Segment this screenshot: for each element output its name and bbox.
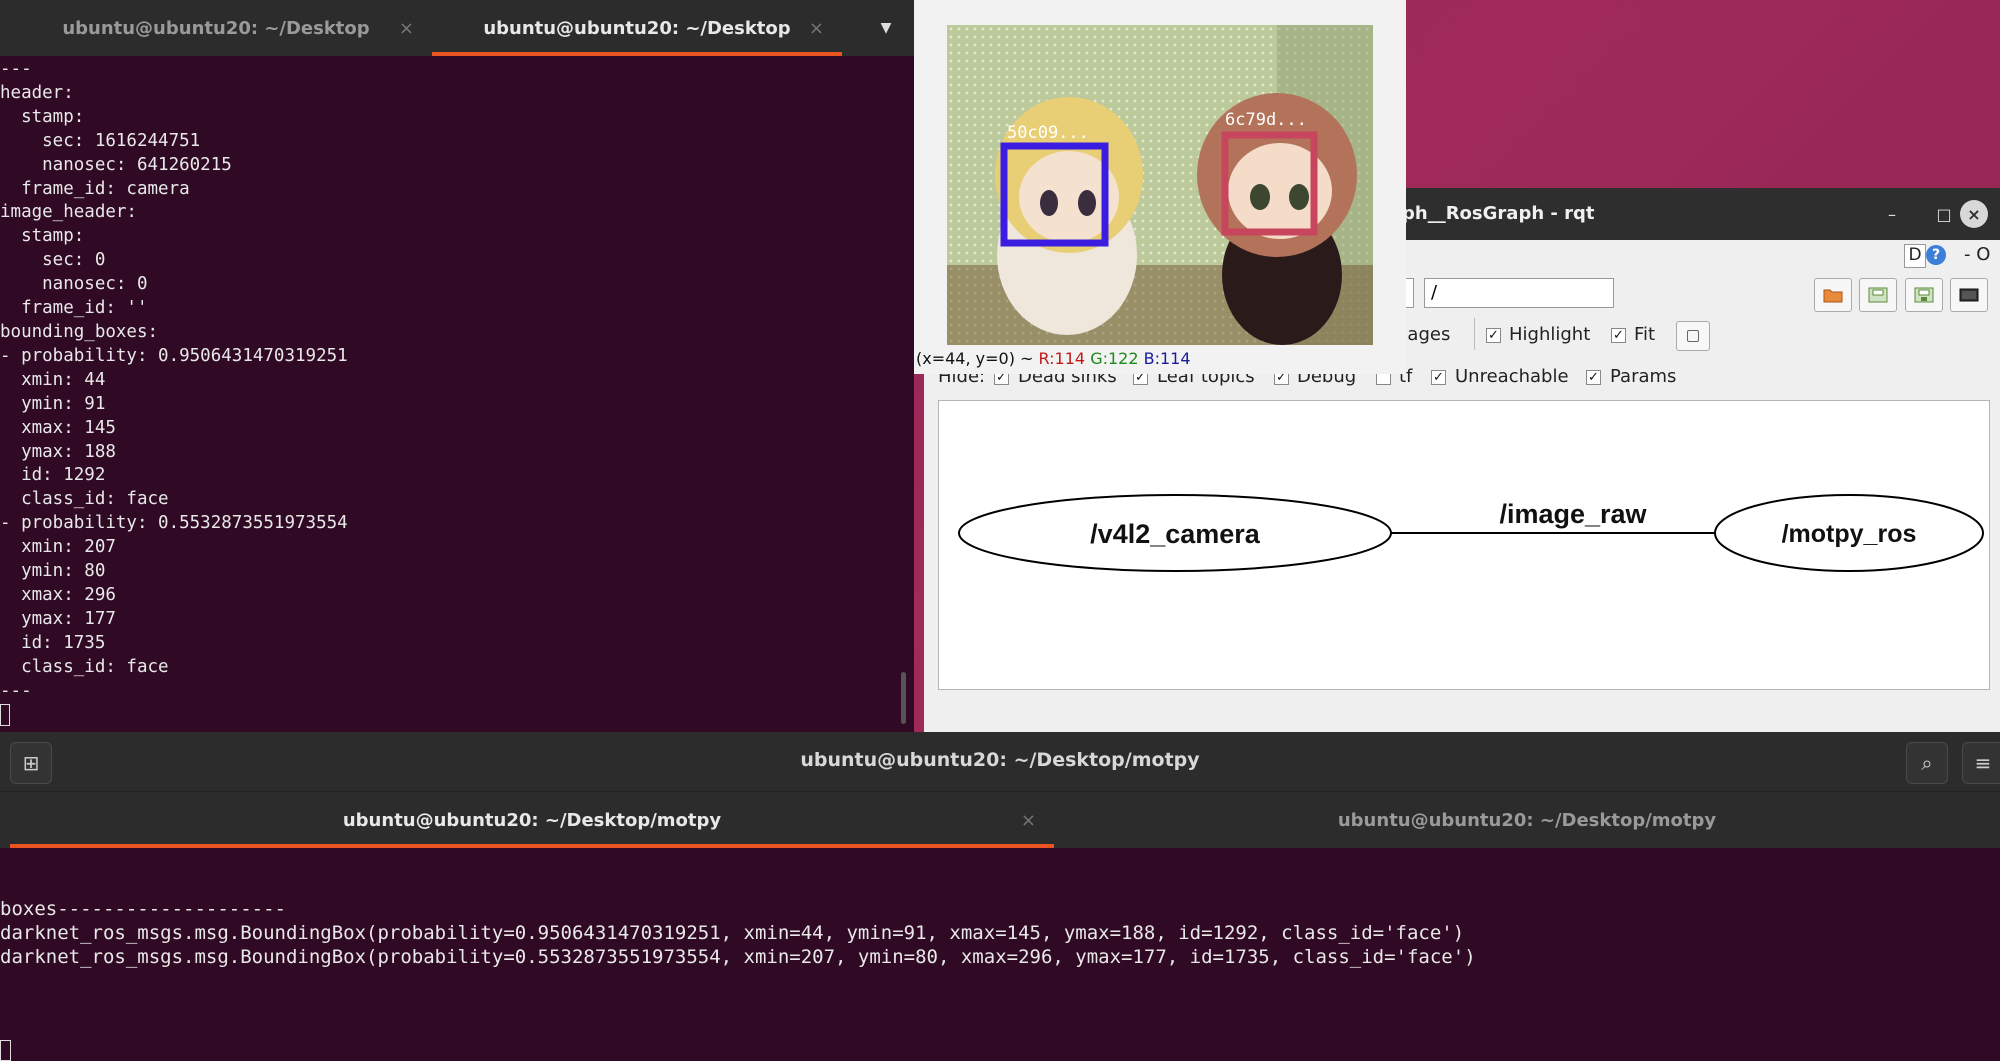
red-value: R:114 xyxy=(1038,349,1086,368)
source-node-label: /v4l2_camera xyxy=(1090,519,1261,549)
fit-checkbox[interactable]: ✓ xyxy=(1611,328,1626,343)
plugin-close-label[interactable]: - O xyxy=(1964,244,1990,265)
tab-label: ubuntu@ubuntu20: ~/Desktop/motpy xyxy=(1337,809,1717,831)
blue-value: B:114 xyxy=(1143,349,1191,368)
maximize-icon[interactable]: □ xyxy=(1930,200,1958,228)
tab-label: ubuntu@ubuntu20: ~/Desktop xyxy=(483,17,791,39)
menu-icon[interactable]: ≡ xyxy=(1962,742,2000,784)
fit-label: Fit xyxy=(1634,324,1656,345)
tab-label: ubuntu@ubuntu20: ~/Desktop/motpy xyxy=(342,809,722,831)
fit-view-icon xyxy=(1687,330,1699,342)
terminal-output: --- header: stamp: sec: 1616244751 nanos… xyxy=(0,59,348,701)
highlight-checkbox[interactable]: ✓ xyxy=(1486,328,1501,343)
folder-open-icon[interactable] xyxy=(1814,278,1852,312)
detection-label-1: 50c09... xyxy=(1007,123,1089,143)
unreachable-checkbox[interactable]: ✓ xyxy=(1431,370,1446,385)
close-icon[interactable]: × xyxy=(1960,200,1988,228)
tab-menu-icon[interactable]: ▼ xyxy=(858,0,914,56)
ros-graph-canvas[interactable]: /v4l2_camera /image_raw /motpy_ros xyxy=(938,400,1990,690)
save-image-icon[interactable] xyxy=(1905,278,1943,312)
terminal-tab-2[interactable]: ubuntu@ubuntu20: ~/Desktop × xyxy=(432,0,842,56)
terminal-bottom-window[interactable]: ⊞ ubuntu@ubuntu20: ~/Desktop/motpy ⌕ ≡ u… xyxy=(0,732,2000,1061)
help-icon[interactable]: ? xyxy=(1926,245,1946,265)
source-node[interactable]: /v4l2_camera xyxy=(958,494,1392,572)
minimize-icon[interactable]: – xyxy=(1878,200,1906,228)
terminal-tab-bar: ubuntu@ubuntu20: ~/Desktop/motpy × ubunt… xyxy=(0,792,2000,848)
separator xyxy=(1474,318,1475,350)
target-node-label: /motpy_ros xyxy=(1782,520,1917,548)
terminal-tab-2[interactable]: ubuntu@ubuntu20: ~/Desktop/motpy xyxy=(1054,792,2000,848)
window-title: ubuntu@ubuntu20: ~/Desktop/motpy xyxy=(800,749,1200,771)
topic-label: /image_raw xyxy=(1499,499,1647,529)
window-title: ph__RosGraph - rqt xyxy=(1402,203,1595,224)
terminal-output: boxes-------------------- darknet_ros_ms… xyxy=(0,898,1476,968)
params-label: Params xyxy=(1610,366,1677,387)
terminal-tab-1[interactable]: ubuntu@ubuntu20: ~/Desktop × xyxy=(0,0,432,56)
namespace-filter-input[interactable]: / xyxy=(1424,278,1614,308)
help-d-button[interactable]: D xyxy=(1904,244,1926,268)
highlight-label: Highlight xyxy=(1509,324,1591,345)
image-view-window[interactable]: 50c09... 6c79d... (x=44, y=0) ~ R:114 G:… xyxy=(914,0,1406,374)
save-dot-icon[interactable] xyxy=(1859,278,1897,312)
terminal-tab-bar: ubuntu@ubuntu20: ~/Desktop × ubuntu@ubun… xyxy=(0,0,914,56)
terminal-cursor xyxy=(0,704,10,726)
search-icon[interactable]: ⌕ xyxy=(1906,742,1948,784)
terminal-top-window[interactable]: ubuntu@ubuntu20: ~/Desktop × ubuntu@ubun… xyxy=(0,0,914,732)
camera-frame[interactable]: 50c09... 6c79d... xyxy=(947,25,1373,345)
target-node[interactable]: /motpy_ros xyxy=(1714,494,1984,572)
tab-label: ubuntu@ubuntu20: ~/Desktop xyxy=(62,17,370,39)
active-tab-indicator xyxy=(10,844,1054,848)
terminal-tab-1[interactable]: ubuntu@ubuntu20: ~/Desktop/motpy × xyxy=(10,792,1054,848)
terminal-headerbar[interactable]: ⊞ ubuntu@ubuntu20: ~/Desktop/motpy ⌕ ≡ xyxy=(0,732,2000,792)
unreachable-label: Unreachable xyxy=(1455,366,1569,387)
active-tab-indicator xyxy=(432,52,842,56)
green-value: G:122 xyxy=(1090,349,1139,368)
tab-close-icon[interactable]: × xyxy=(399,18,414,39)
params-checkbox[interactable]: ✓ xyxy=(1586,370,1601,385)
tab-close-icon[interactable]: × xyxy=(1021,810,1036,831)
detection-label-2: 6c79d... xyxy=(1225,110,1307,130)
tab-close-icon[interactable]: × xyxy=(809,18,824,39)
screenshot-icon[interactable] xyxy=(1950,278,1988,312)
fit-view-button[interactable] xyxy=(1676,321,1710,351)
scrollbar[interactable] xyxy=(901,672,906,724)
coords-text: (x=44, y=0) ~ xyxy=(916,349,1039,368)
pixel-readout: (x=44, y=0) ~ R:114 G:122 B:114 xyxy=(916,349,1191,368)
terminal-cursor xyxy=(0,1040,11,1061)
topic-edge[interactable]: /image_raw xyxy=(1391,499,1751,542)
